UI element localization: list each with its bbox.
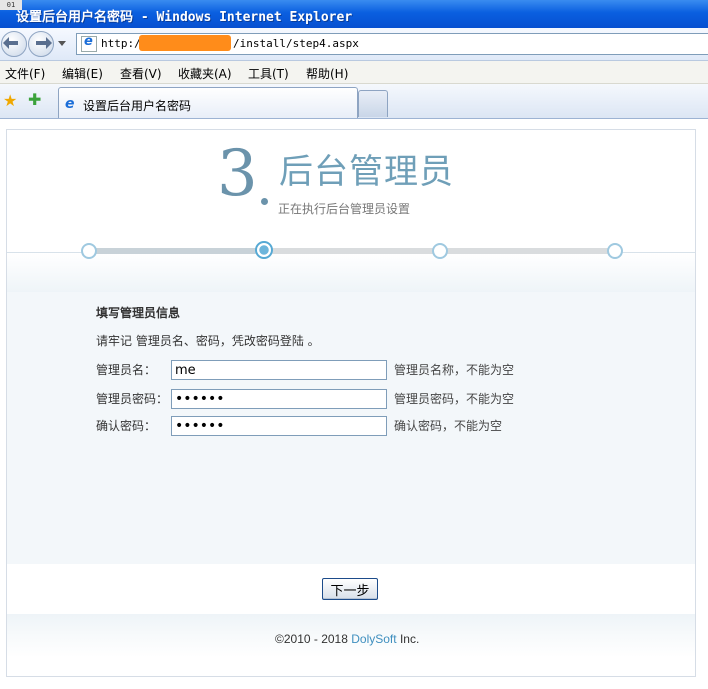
ie-page-icon bbox=[81, 34, 97, 52]
progress-fill bbox=[89, 248, 265, 254]
button-area: 下一步 bbox=[7, 564, 695, 614]
menu-edit[interactable]: 编辑(E) bbox=[62, 65, 103, 82]
admin-form: 填写管理员信息 请牢记 管理员名、密码，凭改密码登陆 。 管理员名： 管理员名称… bbox=[7, 292, 695, 564]
menu-file[interactable]: 文件(F) bbox=[5, 65, 45, 82]
tab-active[interactable]: e 设置后台用户名密码 bbox=[58, 87, 358, 118]
address-input[interactable]: http:// /install/step4.aspx bbox=[76, 33, 708, 55]
menu-bar: 文件(F) 编辑(E) 查看(V) 收藏夹(A) 工具(T) 帮助(H) bbox=[0, 61, 708, 84]
form-hint: 请牢记 管理员名、密码，凭改密码登陆 。 bbox=[96, 334, 320, 348]
tabs-bar: ★ ✚ e 设置后台用户名密码 bbox=[0, 84, 708, 119]
menu-tools[interactable]: 工具(T) bbox=[248, 65, 289, 82]
footer-text: ©2010 - 2018 DolySoft Inc. bbox=[275, 632, 419, 646]
form-section-title: 填写管理员信息 bbox=[96, 306, 181, 320]
tab-label: 设置后台用户名密码 bbox=[83, 99, 192, 113]
menu-favorites[interactable]: 收藏夹(A) bbox=[178, 65, 232, 82]
back-arrow-icon bbox=[3, 37, 18, 49]
step-subtitle: 正在执行后台管理员设置 bbox=[278, 202, 411, 216]
step-title: 后台管理员 bbox=[279, 152, 454, 192]
history-dropdown-icon[interactable] bbox=[58, 41, 66, 46]
url-path: /install/step4.aspx bbox=[233, 37, 359, 50]
confirm-password-hint: 确认密码，不能为空 bbox=[394, 419, 503, 433]
ie-tab-icon: e bbox=[65, 96, 75, 112]
forward-button[interactable] bbox=[28, 31, 54, 57]
admin-name-hint: 管理员名称，不能为空 bbox=[394, 363, 515, 377]
add-favorite-icon[interactable]: ✚ bbox=[28, 90, 41, 109]
progress-step-4 bbox=[607, 243, 623, 259]
admin-password-hint: 管理员密码，不能为空 bbox=[394, 392, 515, 406]
confirm-password-input[interactable] bbox=[171, 416, 387, 436]
menu-help[interactable]: 帮助(H) bbox=[306, 65, 348, 82]
menu-view[interactable]: 查看(V) bbox=[120, 65, 162, 82]
progress-step-1 bbox=[81, 243, 97, 259]
step-number: 3 bbox=[217, 137, 258, 211]
footer-suffix: Inc. bbox=[399, 632, 420, 646]
admin-name-label: 管理员名： bbox=[96, 363, 157, 377]
installer-frame: 3 后台管理员 正在执行后台管理员设置 填写管理员信息 请牢记 管理员名、密码，… bbox=[6, 129, 696, 677]
new-tab-button[interactable] bbox=[358, 90, 388, 117]
footer-copyright: ©2010 - 2018 bbox=[275, 632, 348, 646]
window-title: 设置后台用户名密码 - Windows Internet Explorer bbox=[16, 10, 353, 25]
back-button[interactable] bbox=[1, 31, 27, 57]
admin-password-input[interactable] bbox=[171, 389, 387, 409]
page-viewport: 3 后台管理员 正在执行后台管理员设置 填写管理员信息 请牢记 管理员名、密码，… bbox=[0, 119, 708, 689]
progress-band bbox=[7, 252, 695, 293]
step-number-dot bbox=[261, 198, 268, 205]
admin-password-label: 管理员密码： bbox=[96, 392, 169, 406]
next-step-button[interactable]: 下一步 bbox=[322, 578, 378, 600]
favorites-star-icon[interactable]: ★ bbox=[3, 91, 17, 110]
address-toolbar: http:// /install/step4.aspx bbox=[0, 28, 708, 61]
progress-step-3 bbox=[431, 243, 448, 259]
page-footer: ©2010 - 2018 DolySoft Inc. bbox=[7, 614, 695, 676]
forward-arrow-icon bbox=[36, 37, 52, 49]
step-header: 3 后台管理员 正在执行后台管理员设置 bbox=[7, 130, 695, 252]
confirm-password-label: 确认密码： bbox=[96, 419, 157, 433]
footer-brand-link[interactable]: DolySoft bbox=[351, 632, 396, 646]
admin-name-input[interactable] bbox=[171, 360, 387, 380]
url-redaction bbox=[139, 35, 231, 51]
window-title-bar: 01 设置后台用户名密码 - Windows Internet Explorer bbox=[0, 0, 708, 28]
